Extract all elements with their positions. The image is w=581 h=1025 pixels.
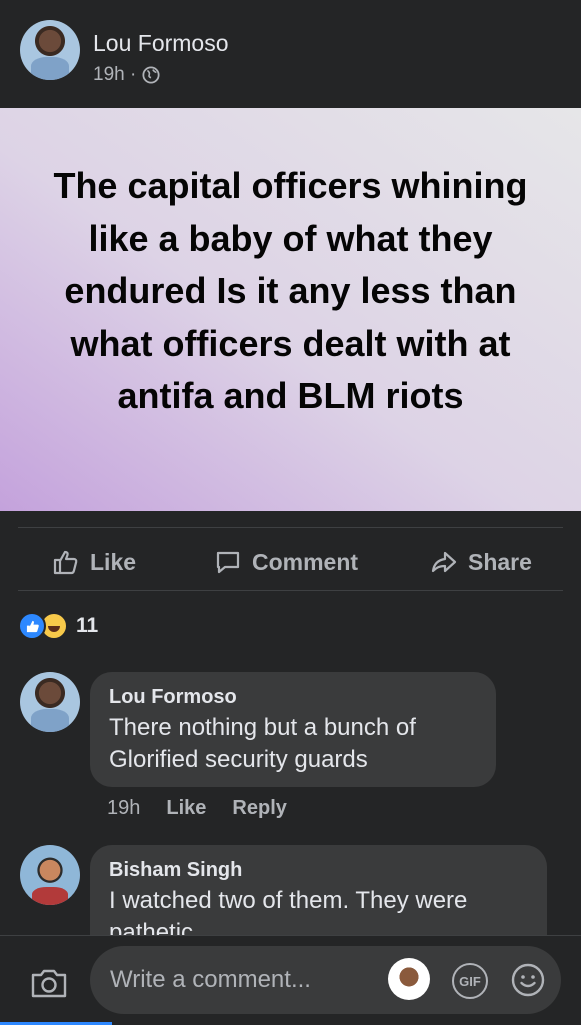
comment-label: Comment xyxy=(252,548,359,575)
globe-icon xyxy=(142,66,160,84)
post-time[interactable]: 19h · xyxy=(93,64,136,86)
comment-icon xyxy=(216,551,240,574)
post-actions: Like Comment Share xyxy=(0,540,581,584)
share-label: Share xyxy=(468,548,532,575)
commenter-avatar[interactable] xyxy=(20,672,80,732)
comment-input[interactable]: Write a comment... GIF xyxy=(90,946,561,1014)
reaction-count: 11 xyxy=(76,614,99,637)
comment-time: 19h xyxy=(107,797,141,819)
comment-composer: Write a comment... GIF xyxy=(0,935,581,1025)
divider xyxy=(18,527,563,528)
comment-bubble[interactable]: Lou Formoso There nothing but a bunch of… xyxy=(90,672,496,787)
comment-text: There nothing but a bunch of Glorified s… xyxy=(109,714,416,773)
post-author-name[interactable]: Lou Formoso xyxy=(93,30,229,57)
comment-like-button[interactable]: Like xyxy=(166,797,206,820)
comment-author[interactable]: Bisham Singh xyxy=(109,859,242,882)
post-meta: 19h · xyxy=(93,64,160,86)
comment-reply-button[interactable]: Reply xyxy=(232,797,286,820)
share-button[interactable]: Share xyxy=(430,540,532,584)
camera-icon[interactable] xyxy=(30,967,68,999)
post-text: The capital officers whining like a baby… xyxy=(53,165,528,416)
post-header: Lou Formoso 19h · xyxy=(0,0,581,108)
comment-footer: 19h Like Reply xyxy=(107,797,287,820)
comment-button[interactable]: Comment xyxy=(214,540,358,584)
commenter-avatar[interactable] xyxy=(20,845,80,905)
reaction-summary[interactable]: 11 xyxy=(18,612,98,640)
like-reaction-icon xyxy=(18,612,46,640)
share-icon xyxy=(431,551,457,573)
like-button[interactable]: Like xyxy=(52,540,136,584)
emoji-icon[interactable] xyxy=(510,962,546,998)
avatar-sticker-icon[interactable] xyxy=(388,958,430,1000)
like-label: Like xyxy=(90,548,137,575)
comment-author[interactable]: Lou Formoso xyxy=(109,686,237,709)
gif-button[interactable]: GIF xyxy=(452,963,488,999)
author-avatar[interactable] xyxy=(20,20,80,80)
comment-placeholder: Write a comment... xyxy=(110,966,311,993)
divider xyxy=(18,590,563,591)
thumbs-up-icon xyxy=(53,550,78,575)
